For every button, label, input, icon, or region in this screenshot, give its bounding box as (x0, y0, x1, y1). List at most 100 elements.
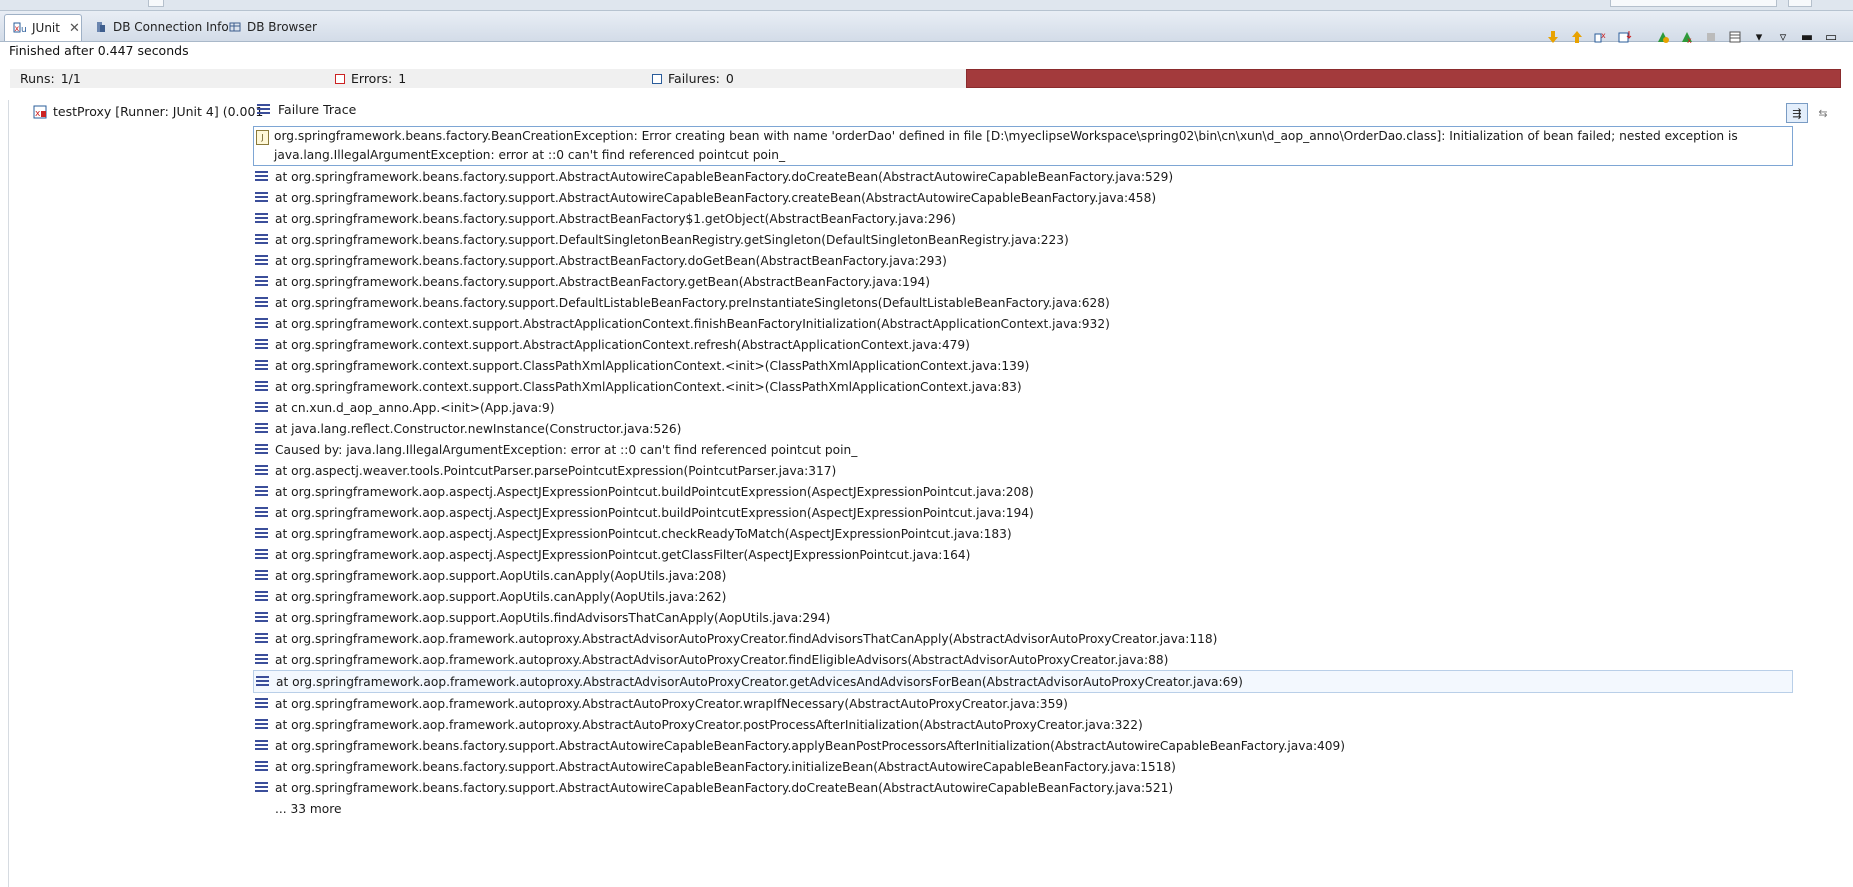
trace-line-text: at org.springframework.context.support.A… (275, 316, 1110, 331)
trace-line[interactable]: at org.springframework.aop.framework.aut… (255, 628, 1795, 649)
trace-line[interactable]: at org.springframework.beans.factory.sup… (255, 756, 1795, 777)
svg-text:u: u (21, 25, 27, 35)
tab-db-connection-info[interactable]: DB Connection Info (86, 14, 237, 40)
trace-line[interactable]: at org.springframework.context.support.C… (255, 376, 1795, 397)
trace-line-text: at org.springframework.beans.factory.sup… (275, 190, 1157, 205)
stack-frame-icon (255, 570, 268, 581)
scroll-lock-icon[interactable] (1615, 27, 1635, 47)
rerun-test-icon[interactable] (1653, 27, 1673, 47)
trace-line[interactable]: at org.springframework.context.support.C… (255, 355, 1795, 376)
stack-frame-icon (255, 276, 268, 287)
stack-frame-icon (255, 612, 268, 623)
trace-line[interactable]: at org.springframework.context.support.A… (255, 334, 1795, 355)
minimize-icon[interactable]: ▬ (1797, 27, 1817, 47)
tab-junit[interactable]: xu JUnit ✕ (4, 14, 82, 41)
previous-failure-icon[interactable] (1567, 27, 1587, 47)
close-icon[interactable]: ✕ (69, 21, 80, 36)
trace-more: ... 33 more (275, 801, 342, 816)
stack-frame-icon (255, 255, 268, 266)
trace-line[interactable]: at org.springframework.beans.factory.sup… (255, 229, 1795, 250)
trace-line[interactable]: at org.springframework.beans.factory.sup… (255, 777, 1795, 798)
trace-line[interactable]: at org.springframework.beans.factory.sup… (255, 292, 1795, 313)
trace-line[interactable]: at org.springframework.aop.framework.aut… (253, 670, 1793, 693)
next-failure-icon[interactable] (1543, 27, 1563, 47)
trace-line[interactable]: at org.springframework.beans.factory.sup… (255, 271, 1795, 292)
chevron-down-icon[interactable]: ▾ (1749, 27, 1769, 47)
svg-text:x: x (1687, 36, 1692, 44)
trace-line-text: at org.springframework.beans.factory.sup… (275, 169, 1174, 184)
trace-line[interactable]: at org.springframework.beans.factory.sup… (255, 187, 1795, 208)
stack-frame-icon (255, 318, 268, 329)
tab-db-browser[interactable]: DB Browser (220, 14, 325, 40)
trace-line[interactable]: at org.springframework.beans.factory.sup… (255, 250, 1795, 271)
trace-line-text: at org.aspectj.weaver.tools.PointcutPars… (275, 463, 837, 478)
stack-frame-icon (255, 360, 268, 371)
trace-line[interactable]: at org.springframework.aop.aspectj.Aspec… (255, 523, 1795, 544)
trace-line[interactable]: at org.aspectj.weaver.tools.PointcutPars… (255, 460, 1795, 481)
tab-label: DB Browser (247, 20, 317, 34)
trace-line[interactable]: at org.springframework.beans.factory.sup… (255, 166, 1795, 187)
compare-result-icon[interactable]: ⇆ (1812, 103, 1834, 123)
runs-label: Runs: (20, 71, 55, 86)
trace-line[interactable]: at org.springframework.beans.factory.sup… (255, 208, 1795, 229)
errors-label: Errors: (351, 71, 393, 86)
stack-frame-icon (255, 719, 268, 730)
errors-counter: Errors: 1 (325, 69, 652, 88)
stack-frame-icon (256, 676, 269, 687)
trace-line[interactable]: at java.lang.reflect.Constructor.newInst… (255, 418, 1795, 439)
result-panes: x testProxy [Runner: JUnit 4] (0.001 Fai… (8, 100, 1846, 887)
maximize-icon[interactable]: ▭ (1821, 27, 1841, 47)
junit-icon: xu (13, 21, 27, 35)
tree-item-label: testProxy [Runner: JUnit 4] (0.001 (53, 104, 264, 119)
trace-line[interactable]: at org.springframework.aop.support.AopUt… (255, 586, 1795, 607)
stop-icon[interactable] (1701, 27, 1721, 47)
tree-item-testproxy[interactable]: x testProxy [Runner: JUnit 4] (0.001 (33, 104, 263, 119)
show-failures-only-icon[interactable]: x (1591, 27, 1611, 47)
toolbar-separator (1639, 27, 1649, 47)
trace-line-text: at org.springframework.context.support.C… (275, 379, 1022, 394)
trace-line-text: Caused by: java.lang.IllegalArgumentExce… (275, 442, 858, 457)
test-tree: x testProxy [Runner: JUnit 4] (0.001 (9, 100, 263, 887)
trace-line-text: at org.springframework.aop.framework.aut… (275, 631, 1218, 646)
trace-line-exception[interactable]: Jorg.springframework.beans.factory.BeanC… (253, 126, 1793, 166)
view-menu-icon[interactable]: ▿ (1773, 27, 1793, 47)
stack-frame-icon (255, 297, 268, 308)
trace-line-text: at org.springframework.beans.factory.sup… (275, 780, 1174, 795)
trace-line[interactable]: at org.springframework.aop.support.AopUt… (255, 565, 1795, 586)
trace-line[interactable]: at org.springframework.aop.framework.aut… (255, 693, 1795, 714)
trace-line[interactable]: Caused by: java.lang.IllegalArgumentExce… (255, 439, 1795, 460)
trace-line[interactable]: at org.springframework.aop.aspectj.Aspec… (255, 544, 1795, 565)
rerun-failures-first-icon[interactable]: x (1677, 27, 1697, 47)
stack-frame-icon (255, 654, 268, 665)
trace-line[interactable]: at org.springframework.aop.aspectj.Aspec… (255, 502, 1795, 523)
trace-line[interactable]: at cn.xun.d_aop_anno.App.<init>(App.java… (255, 397, 1795, 418)
stack-frame-icon (255, 213, 268, 224)
trace-line-text: at org.springframework.aop.support.AopUt… (275, 589, 727, 604)
stack-frame-icon (255, 633, 268, 644)
trace-line-text: at org.springframework.beans.factory.sup… (275, 232, 1069, 247)
trace-line[interactable]: at org.springframework.aop.framework.aut… (255, 649, 1795, 670)
window-fragment (1788, 0, 1812, 7)
trace-line-text: at org.springframework.aop.aspectj.Aspec… (275, 505, 1034, 520)
trace-line-text: at org.springframework.beans.factory.sup… (275, 253, 947, 268)
trace-line[interactable]: at org.springframework.context.support.A… (255, 313, 1795, 334)
svg-text:x: x (15, 24, 20, 33)
stack-frame-icon (255, 761, 268, 772)
trace-line[interactable]: at org.springframework.aop.framework.aut… (255, 714, 1795, 735)
stack-frame-icon (255, 507, 268, 518)
runs-counter: Runs: 1/1 (10, 69, 333, 88)
trace-line[interactable]: at org.springframework.aop.aspectj.Aspec… (255, 481, 1795, 502)
trace-line[interactable]: at org.springframework.aop.support.AopUt… (255, 607, 1795, 628)
stack-frame-icon (255, 402, 268, 413)
window-fragment (1610, 0, 1777, 7)
filter-stack-trace-icon[interactable]: ⇶ (1786, 103, 1808, 123)
stack-frame-icon (255, 171, 268, 182)
stack-frame-icon (255, 591, 268, 602)
errors-value: 1 (398, 71, 407, 86)
svg-text:x: x (35, 109, 41, 119)
stack-frame-icon (255, 486, 268, 497)
trace-line[interactable]: at org.springframework.beans.factory.sup… (255, 735, 1795, 756)
stack-frame-icon (255, 192, 268, 203)
trace-line-text: at org.springframework.aop.framework.aut… (276, 674, 1243, 689)
test-run-history-icon[interactable] (1725, 27, 1745, 47)
